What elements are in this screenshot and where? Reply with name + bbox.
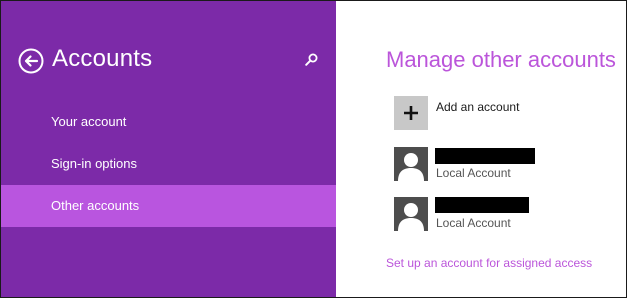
account-item[interactable]: Local Account [394, 197, 614, 233]
page-title: Manage other accounts [386, 47, 616, 72]
sidebar-item-other-accounts[interactable]: Other accounts [1, 185, 336, 227]
main-panel: Manage other accounts Add an account Loc… [336, 1, 626, 297]
search-icon [305, 53, 318, 66]
user-avatar-icon [394, 197, 428, 231]
back-arrow-circle-icon [18, 48, 44, 74]
search-button[interactable] [303, 52, 319, 68]
redacted-account-name [435, 197, 529, 213]
account-item[interactable]: Local Account [394, 147, 614, 183]
add-account-tile [394, 96, 428, 130]
add-account-button[interactable]: Add an account [394, 96, 614, 132]
account-type-label: Local Account [436, 216, 511, 230]
back-button[interactable] [18, 48, 44, 74]
sidebar: Accounts Your account Sign-in options Ot… [1, 1, 336, 297]
user-avatar-icon [394, 147, 428, 181]
sidebar-item-label: Sign-in options [51, 156, 137, 171]
add-account-label: Add an account [436, 100, 520, 114]
account-type-label: Local Account [436, 166, 511, 180]
plus-icon [404, 106, 418, 120]
sidebar-title: Accounts [52, 45, 153, 72]
sidebar-item-your-account[interactable]: Your account [1, 101, 336, 143]
sidebar-item-label: Your account [51, 114, 127, 129]
redacted-account-name [435, 148, 535, 164]
assigned-access-link[interactable]: Set up an account for assigned access [386, 256, 592, 270]
sidebar-item-sign-in-options[interactable]: Sign-in options [1, 143, 336, 185]
sidebar-item-label: Other accounts [51, 198, 140, 213]
accounts-settings-window: Accounts Your account Sign-in options Ot… [0, 0, 627, 298]
